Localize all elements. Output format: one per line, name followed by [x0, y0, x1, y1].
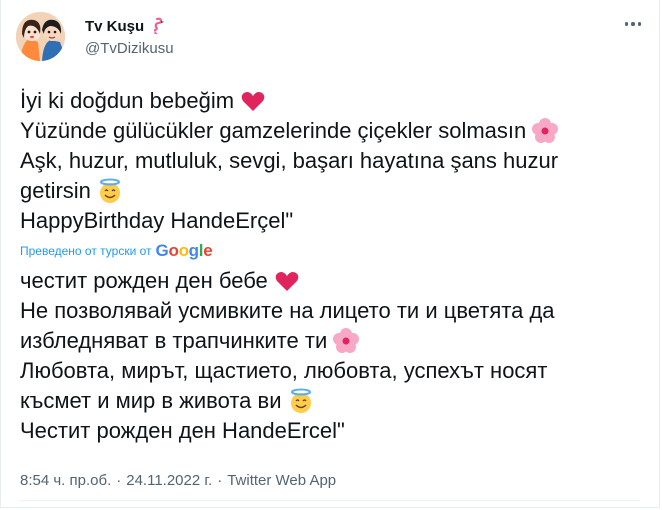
translation-line: Честит рожден ден HandeErcel"	[20, 416, 645, 446]
tweet-meta: 8:54 ч. пр.об. · 24.11.2022 г. · Twitter…	[20, 472, 336, 489]
tweet-text: İyi ki doğdun bebeğim Yüzünde gülücükler…	[20, 86, 640, 236]
translation-line: честит рожден ден бебе	[20, 266, 645, 296]
tweet-line-text: HappyBirthday HandeErçel"	[20, 208, 294, 233]
dot-icon	[631, 22, 635, 26]
dot-icon	[624, 22, 629, 26]
translated-text: честит рожден ден бебе Не позволявай усм…	[20, 266, 645, 446]
tweet-time[interactable]: 8:54 ч. пр.об.	[20, 472, 111, 489]
meta-separator: ·	[217, 472, 223, 489]
google-logo: Google	[155, 241, 213, 260]
tweet-line-text: Aşk, huzur, mutluluk, sevgi, başarı haya…	[20, 148, 559, 173]
user-name-row[interactable]: Tv Kuşu	[85, 17, 165, 35]
smiling-halo-emoji-icon	[288, 388, 314, 414]
tweet-line: Aşk, huzur, mutluluk, sevgi, başarı haya…	[20, 146, 640, 176]
tweet-line-text: İyi ki doğdun bebeğim	[20, 88, 235, 113]
divider	[20, 500, 640, 501]
tweet-source[interactable]: Twitter Web App	[227, 472, 336, 489]
tweet-line: İyi ki doğdun bebeğim	[20, 86, 640, 116]
meta-separator: ·	[116, 472, 122, 489]
translation-line-text: късмет и мир в живота ви	[20, 388, 282, 413]
user-name[interactable]: Tv Kuşu	[85, 18, 144, 35]
translated-by-text: Преведено от турски от	[20, 244, 152, 258]
red-heart-emoji-icon	[240, 88, 266, 114]
translation-line: Не позволявай усмивките на лицето ти и ц…	[20, 296, 645, 326]
translation-line-text: Честит рожден ден HandeErcel"	[20, 418, 345, 443]
translated-by-note[interactable]: Преведено от турски от Google	[20, 241, 213, 261]
translation-line-text: Не позволявай усмивките на лицето ти и ц…	[20, 298, 555, 323]
flamingo-icon	[149, 17, 165, 35]
translation-line: Любовта, мирът, щастието, любовта, успех…	[20, 356, 645, 386]
flower-emoji-icon	[532, 118, 559, 144]
tweet-line: Yüzünde gülücükler gamzelerinde çiçekler…	[20, 116, 640, 146]
smiling-halo-emoji-icon	[97, 178, 123, 204]
translation-line-text: честит рожден ден бебе	[20, 268, 268, 293]
tweet-line: getirsin	[20, 176, 640, 206]
avatar[interactable]	[16, 12, 65, 61]
tweet-date[interactable]: 24.11.2022 г.	[126, 472, 212, 489]
translation-line-text: Любовта, мирът, щастието, любовта, успех…	[20, 358, 548, 383]
dot-icon	[637, 22, 642, 26]
tweet-line-text: Yüzünde gülücükler gamzelerinde çiçekler…	[20, 118, 527, 143]
translation-line-text: избледняват в трапчинките ти	[20, 328, 328, 353]
user-handle[interactable]: @TvDizikusu	[85, 40, 174, 57]
tweet-line: HappyBirthday HandeErçel"	[20, 206, 640, 236]
translation-line: избледняват в трапчинките ти	[20, 326, 645, 356]
translation-line: късмет и мир в живота ви	[20, 386, 645, 416]
red-heart-emoji-icon	[274, 268, 300, 294]
tweet-line-text: getirsin	[20, 178, 91, 203]
more-options-button[interactable]	[622, 16, 644, 32]
tweet-card: Tv Kuşu @TvDizikusu İyi ki doğdun bebeği…	[0, 0, 660, 508]
flower-emoji-icon	[333, 328, 360, 354]
